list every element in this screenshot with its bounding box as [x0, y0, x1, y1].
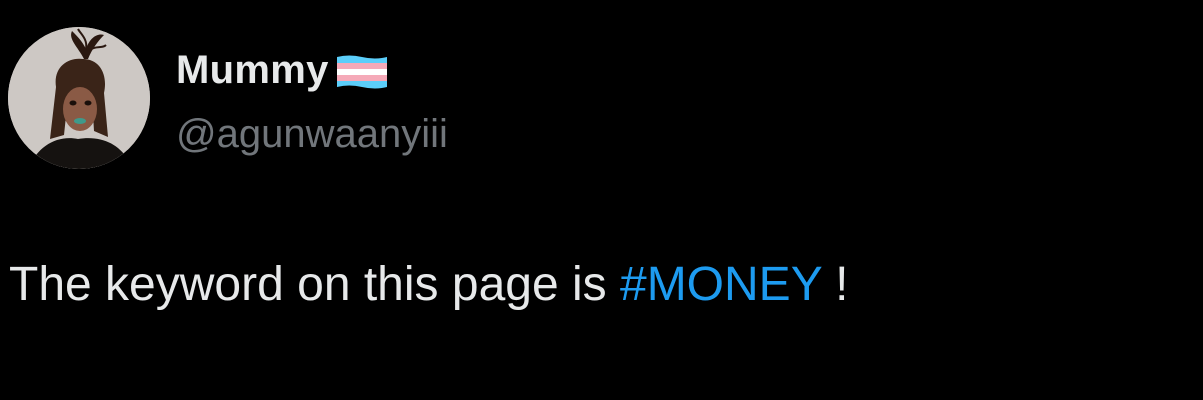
- avatar[interactable]: [8, 27, 150, 169]
- user-handle[interactable]: @agunwaanyiii: [176, 108, 448, 160]
- tweet-text-after: !: [821, 258, 849, 311]
- tweet: Mummy @agunwaanyiii The keyword on this …: [0, 0, 1203, 400]
- avatar-photo: [8, 27, 150, 169]
- tweet-text-before: The keyword on this page is: [9, 258, 620, 311]
- hashtag-link[interactable]: #MONEY: [620, 258, 822, 311]
- transgender-flag-icon: [335, 54, 389, 90]
- display-name-row[interactable]: Mummy: [176, 44, 389, 96]
- tweet-text: The keyword on this page is #MONEY !: [9, 255, 849, 315]
- display-name[interactable]: Mummy: [176, 44, 329, 96]
